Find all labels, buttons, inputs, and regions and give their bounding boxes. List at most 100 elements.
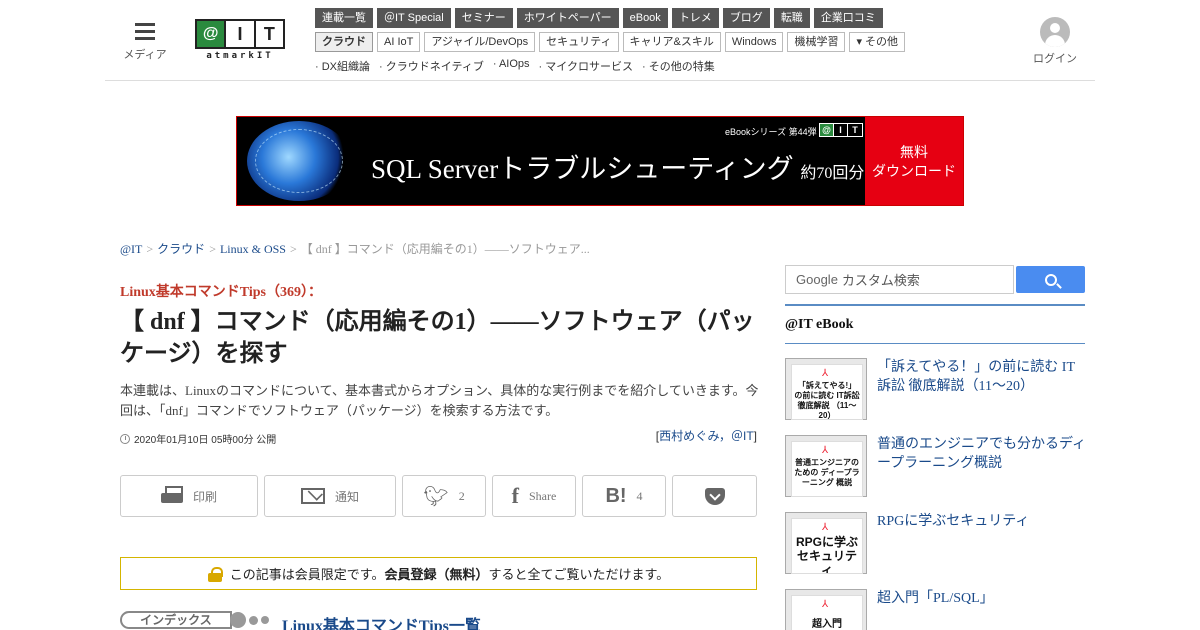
- twitter-share-button[interactable]: 🐦︎ 2: [402, 475, 486, 517]
- pdf-icon: ⅄: [822, 522, 829, 533]
- nav-item-tenshoku[interactable]: 転職: [773, 8, 810, 28]
- facebook-share-button[interactable]: f Share: [492, 475, 576, 517]
- ebook-cover-text: RPGに学ぶ セキュリティ: [795, 535, 858, 574]
- logo-subtext: atmarkIT: [206, 51, 274, 61]
- ebook-cover-text: 普通エンジニアのための ディープラーニング 概説: [794, 458, 860, 487]
- nav-item-ml[interactable]: 機械学習: [787, 32, 846, 52]
- user-avatar-icon: [1040, 17, 1070, 47]
- notice-text: この記事は会員限定です。会員登録（無料）すると全てご覧いただけます。: [230, 564, 669, 583]
- ebook-title-link[interactable]: RPGに学ぶセキュリティ: [877, 512, 1087, 531]
- nav-item-security[interactable]: セキュリティ: [539, 32, 619, 52]
- nav-item-rensai[interactable]: 連載一覧: [315, 8, 373, 28]
- breadcrumb-home[interactable]: @IT: [120, 242, 142, 256]
- banner-logo-at: @: [820, 124, 834, 136]
- nav-item-windows[interactable]: Windows: [724, 32, 784, 52]
- feature-link-dx[interactable]: · DX組織論: [315, 58, 370, 74]
- series-label[interactable]: Linux基本コマンドTips（369）：: [120, 281, 322, 301]
- nav-item-ai-iot[interactable]: AI IoT: [377, 32, 421, 52]
- search-icon: [1044, 273, 1057, 286]
- ebook-thumbnail[interactable]: ⅄ RPGに学ぶ セキュリティ: [785, 512, 867, 574]
- feature-link-microservice[interactable]: · マイクロサービス: [539, 58, 634, 74]
- media-menu-button[interactable]: メディア: [122, 20, 168, 62]
- breadcrumb-sep: >: [289, 242, 297, 256]
- banner-cta-line2: ダウンロード: [872, 163, 956, 179]
- mail-icon: [300, 488, 325, 504]
- ebook-title-link[interactable]: 普通のエンジニアでも分かるディープラーニング概説: [877, 435, 1087, 473]
- breadcrumb-cloud[interactable]: クラウド: [157, 242, 205, 256]
- article-title: 【 dnf 】コマンド（応用編その1）――ソフトウェア（パッケージ）を探す: [120, 309, 755, 367]
- search-brand: Google: [796, 272, 838, 287]
- article-lead: 本連載は、Linuxのコマンドについて、基本書式からオプション、具体的な実行例ま…: [120, 383, 759, 418]
- nav-item-ebook[interactable]: eBook: [622, 8, 668, 28]
- notify-button[interactable]: 通知: [264, 475, 396, 517]
- ebook-ad-banner[interactable]: eBookシリーズ 第44弾 @ I T SQL Serverトラブルシューティ…: [236, 116, 964, 206]
- ebook-thumbnail[interactable]: ⅄ 「訴えてやる!」の前に読む IT訴訟 徹底解説 （11～20）: [785, 358, 867, 420]
- publish-date: 2020年01月10日 05時00分 公開: [120, 431, 276, 446]
- breadcrumb-current: 【 dnf 】コマンド（応用編その1）――ソフトウェア...: [300, 242, 590, 256]
- print-button[interactable]: 印刷: [120, 475, 258, 517]
- nav-item-toreme[interactable]: トレメ: [671, 8, 719, 28]
- media-menu-label: メディア: [123, 49, 167, 61]
- author-link[interactable]: 西村めぐみ，＠IT: [659, 429, 754, 443]
- banner-download-button[interactable]: 無料 ダウンロード: [865, 117, 963, 205]
- banner-logo-i: I: [834, 124, 848, 136]
- lock-icon: [207, 566, 223, 582]
- ebook-item[interactable]: ⅄ 超入門 超入門「PL/SQL」: [785, 589, 1085, 630]
- login-label: ログイン: [1033, 53, 1077, 65]
- publish-date-text: 2020年01月10日 05時00分 公開: [134, 435, 277, 446]
- pocket-button[interactable]: [672, 475, 757, 517]
- feature-link-cloudnative[interactable]: · クラウドネイティブ: [379, 58, 484, 74]
- nav-item-whitepaper[interactable]: ホワイトペーパー: [516, 8, 619, 28]
- facebook-icon: f: [511, 483, 519, 508]
- pdf-icon: ⅄: [822, 599, 829, 610]
- site-logo[interactable]: @ I T atmarkIT: [195, 19, 285, 63]
- banner-title: SQL Serverトラブルシューティング 約70回分: [371, 147, 864, 186]
- register-link[interactable]: 会員登録（無料）: [384, 567, 488, 582]
- print-label: 印刷: [192, 489, 217, 504]
- ebook-item[interactable]: ⅄ RPGに学ぶ セキュリティ RPGに学ぶセキュリティ: [785, 512, 1085, 574]
- printer-icon: [160, 486, 183, 506]
- logo-at: @: [197, 21, 227, 47]
- breadcrumb-sep: >: [146, 242, 154, 256]
- nav-item-special[interactable]: ＠IT Special: [377, 8, 451, 28]
- nav-item-seminar[interactable]: セミナー: [454, 8, 513, 28]
- ebook-thumbnail[interactable]: ⅄ 超入門: [785, 589, 867, 630]
- search-button[interactable]: [1016, 266, 1085, 293]
- logo-i: I: [226, 21, 256, 47]
- pocket-icon: [704, 487, 725, 505]
- index-dots-icon: [230, 612, 269, 628]
- hatena-count: 4: [636, 488, 643, 503]
- hatena-bookmark-button[interactable]: B! 4: [582, 475, 666, 517]
- search-placeholder: カスタム検索: [841, 273, 920, 288]
- notice-pre: この記事は会員限定です。: [229, 567, 385, 582]
- ebook-item[interactable]: ⅄ 「訴えてやる!」の前に読む IT訴訟 徹底解説 （11～20） 「訴えてやる！…: [785, 358, 1085, 420]
- nav-item-more[interactable]: ▾ その他: [849, 32, 906, 52]
- logo-t: T: [263, 23, 275, 44]
- feature-link-aiops[interactable]: · AIOps: [493, 58, 530, 74]
- pdf-icon: ⅄: [822, 445, 829, 456]
- ebook-cover-text: 超入門: [812, 619, 842, 630]
- breadcrumb-linux[interactable]: Linux & OSS: [220, 242, 286, 256]
- banner-cta-line1: 無料: [900, 144, 928, 160]
- login-button[interactable]: ログイン: [1030, 17, 1080, 66]
- clock-icon: [120, 433, 130, 444]
- nav-item-career[interactable]: キャリア&スキル: [622, 32, 721, 52]
- ebook-title-link[interactable]: 超入門「PL/SQL」: [877, 589, 1085, 608]
- nav-item-cloud[interactable]: クラウド: [315, 32, 373, 52]
- nav-item-kuchikomi[interactable]: 企業口コミ: [813, 8, 883, 28]
- feature-nav: · DX組織論 · クラウドネイティブ · AIOps · マイクロサービス ·…: [315, 58, 715, 74]
- search-input[interactable]: Google カスタム検索: [785, 265, 1014, 294]
- breadcrumb: @IT > クラウド > Linux & OSS > 【 dnf 】コマンド（応用編その1）…: [120, 240, 590, 257]
- member-only-notice: この記事は会員限定です。会員登録（無料）すると全てご覧いただけます。: [120, 557, 757, 590]
- twitter-count: 2: [458, 488, 465, 503]
- ebook-thumbnail[interactable]: ⅄ 普通エンジニアのための ディープラーニング 概説: [785, 435, 867, 497]
- nav-item-blog[interactable]: ブログ: [722, 8, 770, 28]
- ebook-item[interactable]: ⅄ 普通エンジニアのための ディープラーニング 概説 普通のエンジニアでも分かるデ…: [785, 435, 1087, 497]
- index-badge: インデックス: [120, 611, 232, 629]
- index-link[interactable]: Linux基本コマンドTips一覧: [282, 612, 481, 630]
- nav-item-agile[interactable]: アジャイル/DevOps: [424, 32, 536, 52]
- ebook-title-link[interactable]: 「訴えてやる！」の前に読む IT訴訟 徹底解説（11～20）: [877, 358, 1087, 396]
- feature-link-others[interactable]: · その他の特集: [642, 58, 715, 74]
- hamburger-icon: [135, 23, 155, 40]
- secondary-nav: クラウド AI IoT アジャイル/DevOps セキュリティ キャリア&スキル…: [315, 32, 906, 52]
